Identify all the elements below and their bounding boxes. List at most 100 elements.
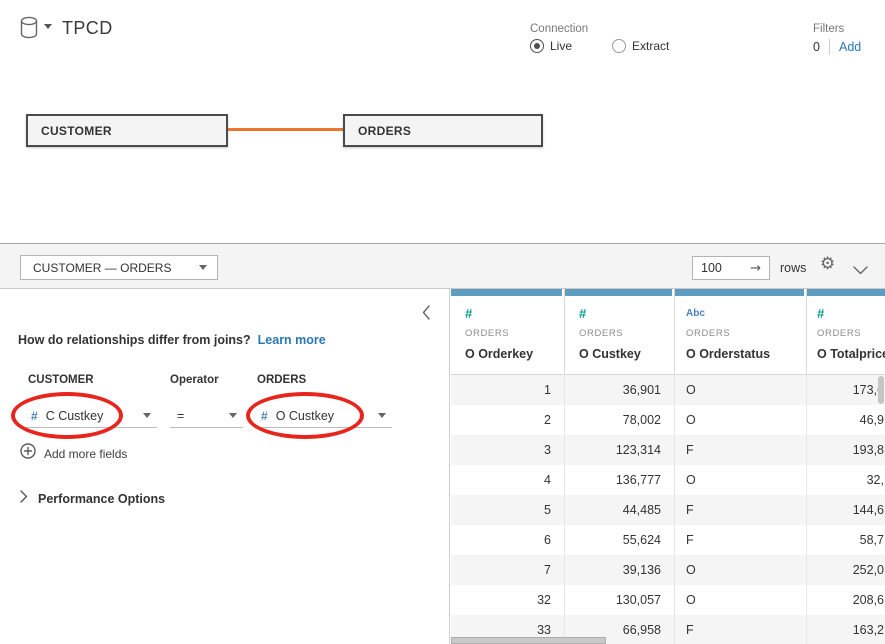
operator-value: = [177, 409, 229, 423]
table-row: 4 136,777 O 32, [451, 465, 885, 495]
cell-totalprice: 173,6 [807, 375, 885, 405]
add-more-fields-label: Add more fields [44, 447, 127, 461]
cell-orderstatus: F [675, 525, 807, 555]
grid-header-row: # ORDERS O Orderkey # ORDERS O Custkey A… [451, 289, 885, 375]
column-field-name: O Orderkey [465, 347, 564, 361]
left-field-value: C Custkey [46, 409, 143, 423]
canvas-table-customer[interactable]: CUSTOMER [26, 114, 228, 147]
canvas-table-orders-label: ORDERS [358, 124, 411, 138]
cell-orderkey: 5 [451, 495, 565, 525]
caret-down-icon [44, 24, 52, 29]
dropdown-triangle-icon [229, 413, 237, 418]
cell-custkey: 55,624 [565, 525, 675, 555]
number-type-icon: # [465, 306, 564, 321]
column-header-custkey[interactable]: # ORDERS O Custkey [565, 289, 675, 374]
database-icon [19, 16, 40, 45]
cell-orderkey: 4 [451, 465, 565, 495]
cell-orderstatus: O [675, 585, 807, 615]
cell-orderstatus: F [675, 495, 807, 525]
filters-add-link[interactable]: Add [839, 40, 861, 54]
table-row: 3 123,314 F 193,8 [451, 435, 885, 465]
question-text: How do relationships differ from joins? [18, 333, 251, 347]
cell-custkey: 78,002 [565, 405, 675, 435]
cell-orderkey: 32 [451, 585, 565, 615]
column-field-name: O Totalprice [817, 347, 885, 361]
cell-custkey: 36,901 [565, 375, 675, 405]
vertical-scrollbar-thumb[interactable] [878, 376, 884, 404]
column-header-orderstatus[interactable]: Abc ORDERS O Orderstatus [675, 289, 807, 374]
radio-live-label: Live [550, 39, 572, 53]
dropdown-triangle-icon [378, 413, 386, 418]
cell-custkey: 136,777 [565, 465, 675, 495]
mapping-left-table-label: CUSTOMER [28, 374, 94, 386]
table-row: 2 78,002 O 46,9 [451, 405, 885, 435]
column-header-orderkey[interactable]: # ORDERS O Orderkey [451, 289, 565, 374]
add-more-fields-button[interactable]: Add more fields [20, 443, 127, 464]
column-header-totalprice[interactable]: # ORDERS O Totalprice [807, 289, 885, 374]
gear-icon[interactable]: ⚙ [820, 256, 835, 273]
cell-totalprice: 208,6 [807, 585, 885, 615]
number-type-icon: # [579, 306, 674, 321]
datasource-title: TPCD [62, 18, 113, 39]
cell-totalprice: 58,7 [807, 525, 885, 555]
cell-custkey: 123,314 [565, 435, 675, 465]
apply-arrow-icon[interactable]: → [750, 261, 761, 276]
relationships-question: How do relationships differ from joins? L… [18, 333, 326, 347]
learn-more-link[interactable]: Learn more [258, 333, 326, 347]
cell-orderkey: 6 [451, 525, 565, 555]
cell-custkey: 44,485 [565, 495, 675, 525]
number-type-icon: # [817, 306, 885, 321]
grid-body: 1 36,901 O 173,6 2 78,002 O 46,9 3 123,3… [451, 375, 885, 644]
column-table-name: ORDERS [579, 328, 674, 339]
performance-options-label: Performance Options [38, 492, 165, 506]
tableau-datasource-page: { "header": { "title": "TPCD", "connecti… [0, 0, 885, 644]
table-row: 32 130,057 O 208,6 [451, 585, 885, 615]
cell-orderstatus: O [675, 405, 807, 435]
rows-count-value: 100 [701, 261, 750, 275]
cell-orderstatus: F [675, 615, 807, 644]
horizontal-scrollbar-thumb[interactable] [451, 637, 606, 644]
column-table-name: ORDERS [817, 328, 885, 339]
cell-orderkey: 2 [451, 405, 565, 435]
filters-count: 0 [813, 40, 820, 54]
relationship-selector[interactable]: CUSTOMER — ORDERS [20, 255, 218, 280]
column-table-name: ORDERS [465, 328, 564, 339]
filters-label: Filters [813, 23, 844, 35]
connection-label: Connection [530, 23, 588, 35]
relationship-selector-value: CUSTOMER — ORDERS [33, 261, 199, 275]
performance-options-toggle[interactable]: Performance Options [20, 490, 165, 508]
datasource-menu[interactable] [19, 16, 52, 45]
collapse-pane-chevron-icon[interactable] [420, 303, 433, 327]
cell-totalprice: 32, [807, 465, 885, 495]
rows-count-input[interactable]: 100 → [692, 256, 770, 280]
column-table-name: ORDERS [686, 328, 806, 339]
cell-orderkey: 7 [451, 555, 565, 585]
table-row: 5 44,485 F 144,6 [451, 495, 885, 525]
right-field-value: O Custkey [276, 409, 378, 423]
right-field-dropdown[interactable]: # O Custkey [256, 404, 392, 428]
cell-totalprice: 163,2 [807, 615, 885, 644]
cell-orderstatus: O [675, 555, 807, 585]
table-row: 1 36,901 O 173,6 [451, 375, 885, 405]
chevron-down-icon[interactable] [853, 262, 868, 280]
relationship-connector-line[interactable] [228, 128, 343, 131]
column-field-name: O Custkey [579, 347, 674, 361]
dropdown-triangle-icon [143, 413, 151, 418]
cell-orderstatus: O [675, 465, 807, 495]
canvas-table-customer-label: CUSTOMER [41, 124, 112, 138]
radio-live[interactable]: Live [530, 39, 572, 53]
left-field-dropdown[interactable]: # C Custkey [26, 404, 157, 428]
number-type-icon: # [261, 409, 268, 423]
radio-extract[interactable]: Extract [612, 39, 669, 53]
data-preview-grid: # ORDERS O Orderkey # ORDERS O Custkey A… [451, 289, 885, 644]
rows-label: rows [780, 261, 806, 275]
cell-orderkey: 3 [451, 435, 565, 465]
number-type-icon: # [31, 409, 38, 423]
cell-custkey: 39,136 [565, 555, 675, 585]
cell-totalprice: 193,8 [807, 435, 885, 465]
dropdown-triangle-icon [199, 265, 207, 270]
radio-extract-label: Extract [632, 39, 669, 53]
operator-dropdown[interactable]: = [170, 404, 243, 428]
canvas-table-orders[interactable]: ORDERS [343, 114, 543, 147]
cell-orderkey: 1 [451, 375, 565, 405]
